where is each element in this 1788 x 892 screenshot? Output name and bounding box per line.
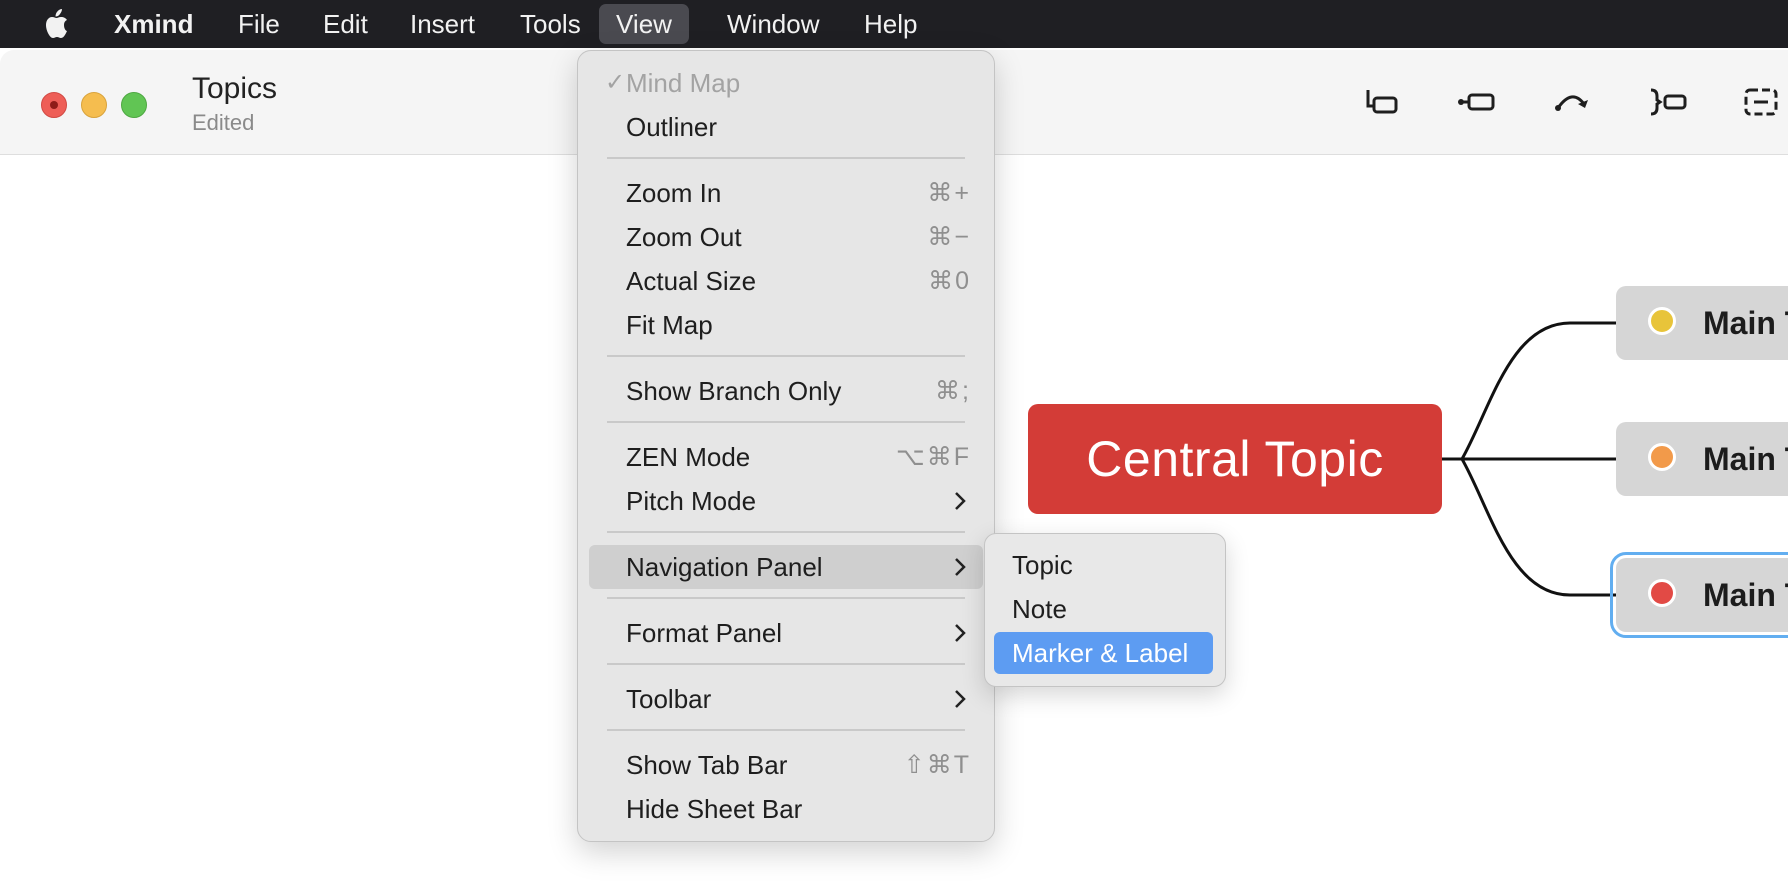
- menu-item-pitch-mode[interactable]: Pitch Mode: [589, 479, 983, 523]
- menu-item-format-panel[interactable]: Format Panel: [589, 611, 983, 655]
- menu-separator: [607, 355, 965, 357]
- topic-label: Main T: [1703, 441, 1788, 477]
- menu-separator: [607, 157, 965, 159]
- menu-item-label: Fit Map: [626, 310, 713, 340]
- menu-item-zen-mode[interactable]: ZEN Mode ⌥⌘F: [589, 435, 983, 479]
- submenu-item-label: Marker & Label: [1012, 638, 1189, 668]
- navigation-panel-submenu: Topic Note Marker & Label: [984, 533, 1226, 687]
- priority-marker-icon: [1648, 307, 1676, 335]
- menu-item-zoom-out[interactable]: Zoom Out ⌘−: [589, 215, 983, 259]
- priority-marker-icon: [1648, 443, 1676, 471]
- menu-item-label: Show Branch Only: [626, 376, 842, 406]
- priority-marker-icon: [1648, 579, 1676, 607]
- menu-item-label: Outliner: [626, 112, 718, 142]
- main-topic-3[interactable]: Main T: [1610, 552, 1788, 638]
- shortcut-label: ⌘+: [927, 179, 971, 207]
- submenu-item-label: Note: [1012, 594, 1067, 624]
- chevron-right-icon: [955, 624, 966, 642]
- menu-item-navigation-panel[interactable]: Navigation Panel: [589, 545, 983, 589]
- submenu-item-marker-label[interactable]: Marker & Label: [994, 632, 1213, 674]
- menu-item-zoom-in[interactable]: Zoom In ⌘+: [589, 171, 983, 215]
- menu-separator: [607, 531, 965, 533]
- menu-item-show-tab-bar[interactable]: Show Tab Bar ⇧⌘T: [589, 743, 983, 787]
- menu-item-label: Pitch Mode: [626, 486, 757, 516]
- menu-item-label: Hide Sheet Bar: [626, 794, 803, 824]
- menu-item-label: Toolbar: [626, 684, 712, 714]
- menu-item-outliner[interactable]: Outliner: [589, 105, 983, 149]
- topic-label: Main T: [1703, 577, 1788, 613]
- main-topic-2[interactable]: Main T: [1616, 422, 1788, 496]
- menu-item-label: Format Panel: [626, 618, 783, 648]
- menu-item-actual-size[interactable]: Actual Size ⌘0: [589, 259, 983, 303]
- menu-separator: [607, 729, 965, 731]
- submenu-item-topic[interactable]: Topic: [994, 544, 1213, 586]
- menu-separator: [607, 597, 965, 599]
- menu-item-mind-map[interactable]: ✓ Mind Map: [589, 61, 983, 105]
- central-topic[interactable]: Central Topic: [1028, 404, 1442, 514]
- menu-item-label: Zoom In: [626, 178, 722, 208]
- menu-item-label: ZEN Mode: [626, 442, 751, 472]
- menu-item-label: Show Tab Bar: [626, 750, 788, 780]
- shortcut-label: ⌘0: [928, 267, 971, 295]
- chevron-right-icon: [955, 492, 966, 510]
- menu-item-label: Actual Size: [626, 266, 757, 296]
- chevron-right-icon: [955, 690, 966, 708]
- menu-item-label: Navigation Panel: [626, 552, 823, 582]
- menu-item-show-branch-only[interactable]: Show Branch Only ⌘;: [589, 369, 983, 413]
- shortcut-label: ⌘;: [935, 377, 971, 405]
- menu-separator: [607, 663, 965, 665]
- shortcut-label: ⌥⌘F: [895, 443, 971, 471]
- submenu-item-note[interactable]: Note: [994, 588, 1213, 630]
- menu-separator: [607, 421, 965, 423]
- submenu-item-label: Topic: [1012, 550, 1073, 580]
- topic-label: Main T: [1703, 305, 1788, 341]
- menu-item-label: Mind Map: [626, 68, 741, 98]
- view-menu: ✓ Mind Map Outliner Zoom In ⌘+ Zoom Out …: [577, 50, 995, 842]
- menu-item-toolbar[interactable]: Toolbar: [589, 677, 983, 721]
- menu-item-fit-map[interactable]: Fit Map: [589, 303, 983, 347]
- chevron-right-icon: [955, 558, 966, 576]
- menu-item-label: Zoom Out: [626, 222, 742, 252]
- main-topic-1[interactable]: Main T: [1616, 286, 1788, 360]
- shortcut-label: ⇧⌘T: [903, 751, 971, 779]
- shortcut-label: ⌘−: [927, 223, 971, 251]
- menu-item-hide-sheet-bar[interactable]: Hide Sheet Bar: [589, 787, 983, 831]
- checkmark-icon: ✓: [605, 69, 626, 96]
